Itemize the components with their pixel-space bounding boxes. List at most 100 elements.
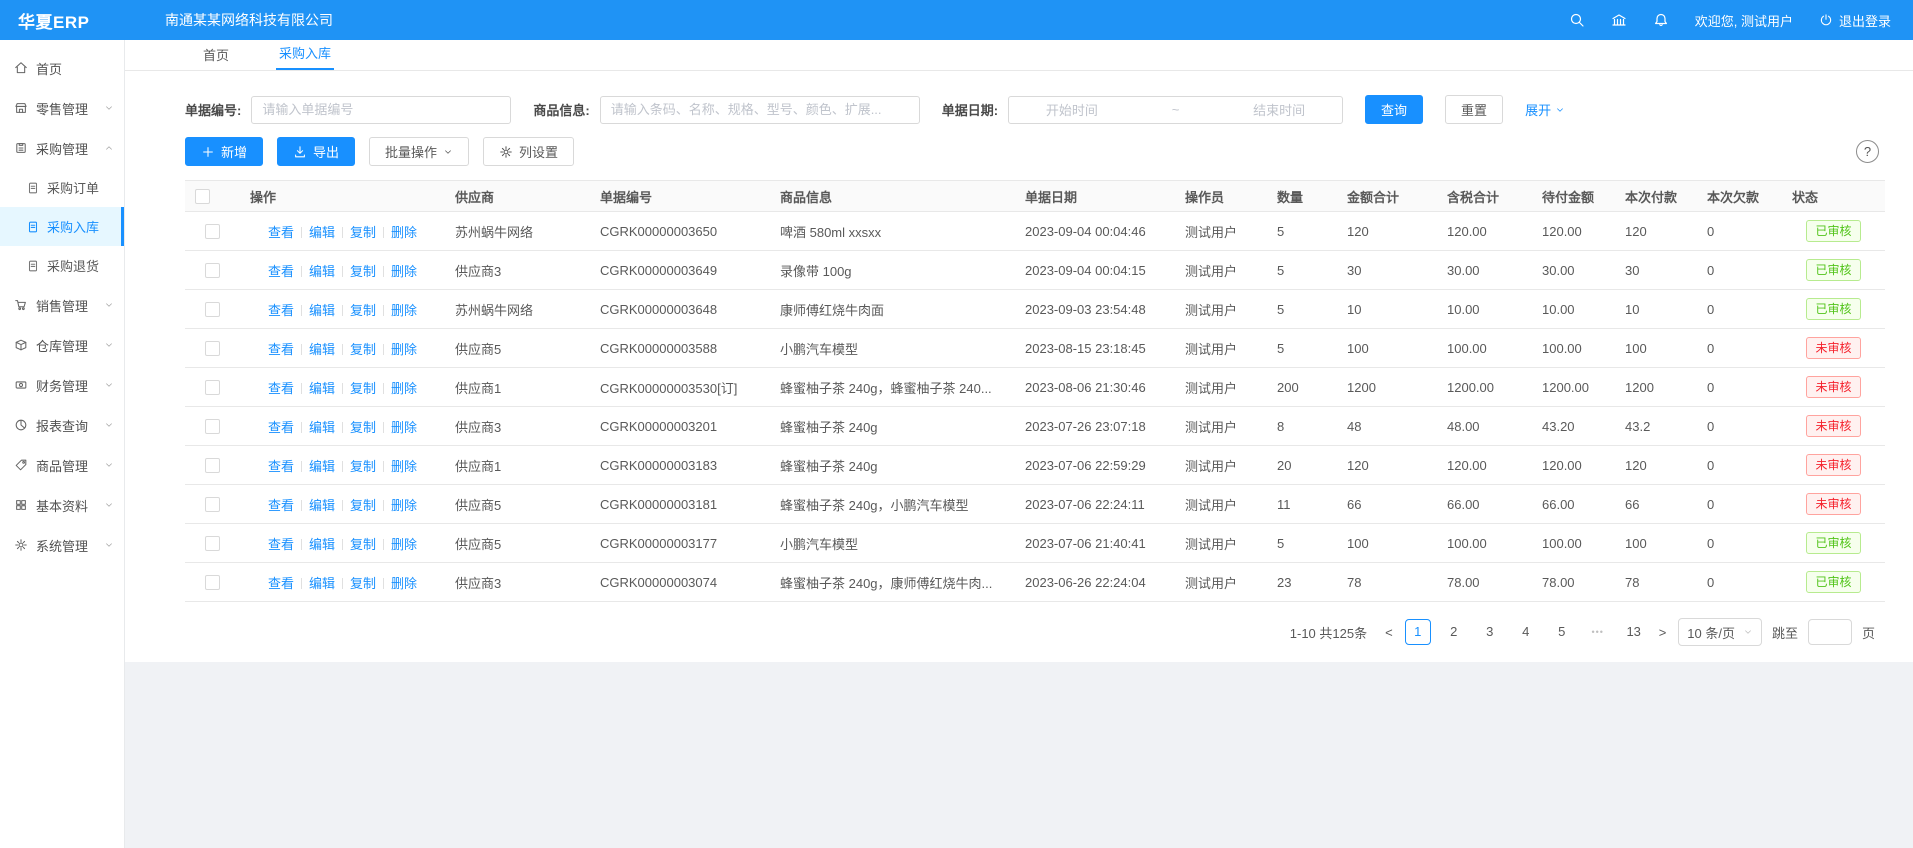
- view-link[interactable]: 查看: [268, 459, 294, 474]
- copy-link[interactable]: 复制: [350, 381, 376, 396]
- edit-link[interactable]: 编辑: [309, 342, 335, 357]
- copy-link[interactable]: 复制: [350, 303, 376, 318]
- copy-link[interactable]: 复制: [350, 498, 376, 513]
- status-badge: 已审核: [1806, 532, 1860, 554]
- row-checkbox[interactable]: [205, 536, 220, 551]
- export-button[interactable]: 导出: [277, 137, 355, 166]
- search-button[interactable]: 查询: [1365, 95, 1423, 124]
- edit-link[interactable]: 编辑: [309, 420, 335, 435]
- page-number-button[interactable]: 13: [1621, 619, 1647, 645]
- row-checkbox[interactable]: [205, 341, 220, 356]
- view-link[interactable]: 查看: [268, 498, 294, 513]
- edit-link[interactable]: 编辑: [309, 381, 335, 396]
- next-page-button[interactable]: >: [1657, 625, 1669, 640]
- view-link[interactable]: 查看: [268, 303, 294, 318]
- sidebar-item-goods[interactable]: 商品管理: [0, 445, 124, 485]
- row-checkbox[interactable]: [205, 380, 220, 395]
- delete-link[interactable]: 删除: [391, 459, 417, 474]
- row-checkbox[interactable]: [205, 263, 220, 278]
- bell-icon[interactable]: [1653, 12, 1669, 28]
- logout-button[interactable]: 退出登录: [1819, 11, 1891, 30]
- copy-link[interactable]: 复制: [350, 264, 376, 279]
- view-link[interactable]: 查看: [268, 342, 294, 357]
- view-link[interactable]: 查看: [268, 225, 294, 240]
- edit-link[interactable]: 编辑: [309, 576, 335, 591]
- delete-link[interactable]: 删除: [391, 342, 417, 357]
- view-link[interactable]: 查看: [268, 576, 294, 591]
- copy-link[interactable]: 复制: [350, 537, 376, 552]
- start-date-placeholder[interactable]: 开始时间: [1046, 100, 1098, 119]
- sidebar-item-purchase-order[interactable]: 采购订单: [0, 168, 124, 207]
- row-checkbox[interactable]: [205, 497, 220, 512]
- batch-actions-button[interactable]: 批量操作: [369, 137, 469, 166]
- delete-link[interactable]: 删除: [391, 498, 417, 513]
- sidebar-item-purchase-inbound[interactable]: 采购入库: [0, 207, 124, 246]
- view-link[interactable]: 查看: [268, 537, 294, 552]
- doc-no-input[interactable]: [251, 96, 511, 124]
- edit-link[interactable]: 编辑: [309, 459, 335, 474]
- row-checkbox[interactable]: [205, 419, 220, 434]
- edit-link[interactable]: 编辑: [309, 303, 335, 318]
- copy-link[interactable]: 复制: [350, 420, 376, 435]
- row-checkbox[interactable]: [205, 458, 220, 473]
- page-number-button[interactable]: 5: [1549, 619, 1575, 645]
- date-cell: 2023-07-06 22:24:11: [1015, 485, 1175, 524]
- sidebar-item-basic-data[interactable]: 基本资料: [0, 485, 124, 525]
- copy-link[interactable]: 复制: [350, 225, 376, 240]
- copy-link[interactable]: 复制: [350, 342, 376, 357]
- sidebar-item-purchase-return[interactable]: 采购退货: [0, 246, 124, 285]
- debt-cell: 0: [1697, 524, 1782, 563]
- jump-to-page-input[interactable]: [1808, 619, 1852, 645]
- edit-link[interactable]: 编辑: [309, 537, 335, 552]
- view-link[interactable]: 查看: [268, 381, 294, 396]
- company-building-icon[interactable]: [1611, 12, 1627, 28]
- view-link[interactable]: 查看: [268, 420, 294, 435]
- page-number-button[interactable]: 2: [1441, 619, 1467, 645]
- page-size-select[interactable]: 10 条/页: [1678, 618, 1762, 646]
- select-all-checkbox[interactable]: [195, 189, 210, 204]
- page-number-button[interactable]: 4: [1513, 619, 1539, 645]
- sidebar-item-purchase[interactable]: 采购管理: [0, 128, 124, 168]
- delete-link[interactable]: 删除: [391, 537, 417, 552]
- delete-link[interactable]: 删除: [391, 576, 417, 591]
- edit-link[interactable]: 编辑: [309, 498, 335, 513]
- row-checkbox[interactable]: [205, 575, 220, 590]
- view-link[interactable]: 查看: [268, 264, 294, 279]
- edit-link[interactable]: 编辑: [309, 264, 335, 279]
- page-number-button[interactable]: 1: [1405, 619, 1431, 645]
- welcome-user-text[interactable]: 欢迎您, 测试用户: [1695, 11, 1793, 30]
- sidebar-item-report[interactable]: 报表查询: [0, 405, 124, 445]
- search-icon[interactable]: [1569, 12, 1585, 28]
- end-date-placeholder[interactable]: 结束时间: [1253, 100, 1305, 119]
- sidebar-item-finance[interactable]: 财务管理: [0, 365, 124, 405]
- copy-link[interactable]: 复制: [350, 459, 376, 474]
- delete-link[interactable]: 删除: [391, 420, 417, 435]
- sidebar-item-retail[interactable]: 零售管理: [0, 88, 124, 128]
- sidebar-item-warehouse[interactable]: 仓库管理: [0, 325, 124, 365]
- tab-home[interactable]: 首页: [200, 39, 232, 70]
- row-checkbox[interactable]: [205, 224, 220, 239]
- delete-link[interactable]: 删除: [391, 381, 417, 396]
- column-settings-button[interactable]: 列设置: [483, 137, 574, 166]
- date-cell: 2023-07-06 22:59:29: [1015, 446, 1175, 485]
- paid-cell: 1200: [1615, 368, 1697, 407]
- sidebar-item-home[interactable]: 首页: [0, 48, 124, 88]
- reset-button[interactable]: 重置: [1445, 95, 1503, 124]
- delete-link[interactable]: 删除: [391, 225, 417, 240]
- page-number-button[interactable]: •••: [1585, 619, 1611, 645]
- delete-link[interactable]: 删除: [391, 264, 417, 279]
- add-button[interactable]: 新增: [185, 137, 263, 166]
- prev-page-button[interactable]: <: [1383, 625, 1395, 640]
- edit-link[interactable]: 编辑: [309, 225, 335, 240]
- sidebar-item-sales[interactable]: 销售管理: [0, 285, 124, 325]
- page-number-button[interactable]: 3: [1477, 619, 1503, 645]
- date-range-input[interactable]: 开始时间 ~ 结束时间: [1008, 96, 1343, 124]
- copy-link[interactable]: 复制: [350, 576, 376, 591]
- sidebar-item-system[interactable]: 系统管理: [0, 525, 124, 565]
- tab-purchase-inbound[interactable]: 采购入库: [276, 37, 334, 70]
- product-info-input[interactable]: [600, 96, 920, 124]
- row-checkbox[interactable]: [205, 302, 220, 317]
- delete-link[interactable]: 删除: [391, 303, 417, 318]
- help-icon[interactable]: ?: [1856, 140, 1879, 163]
- expand-filters-link[interactable]: 展开: [1525, 100, 1565, 119]
